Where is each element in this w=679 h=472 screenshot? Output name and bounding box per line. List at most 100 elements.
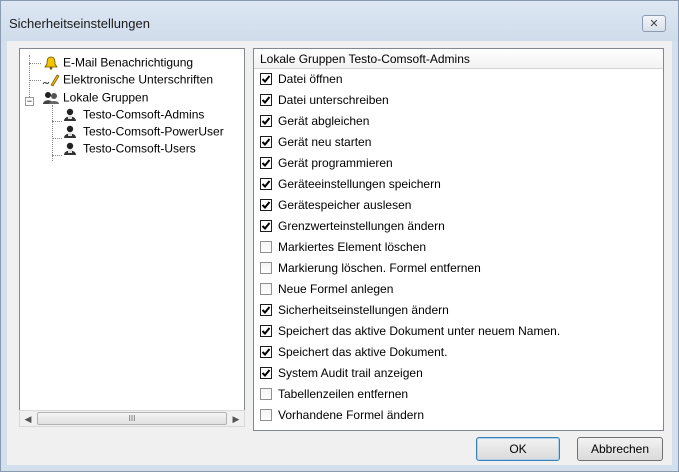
checkbox-checked[interactable] xyxy=(260,303,272,316)
security-settings-dialog: Sicherheitseinstellungen ✕ − E-Mail Bena… xyxy=(0,0,679,472)
permission-row[interactable]: Gerät programmieren xyxy=(260,153,393,174)
cancel-button[interactable]: Abbrechen xyxy=(577,437,663,461)
scroll-thumb[interactable]: III xyxy=(37,412,227,425)
tree-item-email[interactable]: E-Mail Benachrichtigung xyxy=(42,54,193,71)
permission-label: Gerät neu starten xyxy=(278,135,372,149)
tree-item-signatures[interactable]: Elektronische Unterschriften xyxy=(42,71,213,88)
scroll-left-icon[interactable]: ◀ xyxy=(22,413,34,425)
permission-row[interactable]: Speichert das aktive Dokument. xyxy=(260,342,447,363)
permission-row[interactable]: Markiertes Element löschen xyxy=(260,237,426,258)
permission-row[interactable]: Sicherheitseinstellungen ändern xyxy=(260,300,449,321)
permission-row[interactable]: System Audit trail anzeigen xyxy=(260,363,423,384)
tree-item-powerusers[interactable]: Testo-Comsoft-PowerUser xyxy=(62,123,224,140)
title-bar[interactable]: Sicherheitseinstellungen ✕ xyxy=(1,1,678,41)
checkbox-checked[interactable] xyxy=(260,72,272,85)
check-icon xyxy=(261,222,271,230)
check-icon xyxy=(261,327,271,335)
tree-item-admins[interactable]: Testo-Comsoft-Admins xyxy=(62,106,204,123)
tree-item-local-groups[interactable]: Lokale Gruppen xyxy=(42,89,148,106)
checkbox-checked[interactable] xyxy=(260,219,272,232)
permission-label: Gerät programmieren xyxy=(278,156,393,170)
tree-item-label: E-Mail Benachrichtigung xyxy=(63,55,194,70)
checkbox-checked[interactable] xyxy=(260,93,272,106)
check-icon xyxy=(261,180,271,188)
checkbox-checked[interactable] xyxy=(260,135,272,148)
permission-row[interactable]: Datei öffnen xyxy=(260,69,343,90)
signature-icon xyxy=(42,73,60,87)
permission-row[interactable]: Gerät neu starten xyxy=(260,132,371,153)
checkbox-checked[interactable] xyxy=(260,177,272,190)
tree-item-label: Testo-Comsoft-Users xyxy=(83,141,196,156)
tree-item-label: Testo-Comsoft-Admins xyxy=(83,107,205,122)
permission-label: Gerätespeicher auslesen xyxy=(278,198,412,212)
permission-label: Markierung löschen. Formel entfernen xyxy=(278,261,481,275)
permission-label: Markiertes Element löschen xyxy=(278,240,427,254)
checkbox-checked[interactable] xyxy=(260,366,272,379)
permission-label: Vorhandene Formel ändern xyxy=(278,408,425,422)
user-icon xyxy=(62,125,80,139)
permission-row[interactable]: Speichert das aktive Dokument unter neue… xyxy=(260,321,560,342)
tree-connector xyxy=(52,105,53,161)
permission-list: Lokale Gruppen Testo-Comsoft-Admins Date… xyxy=(253,48,664,431)
checkbox-unchecked[interactable] xyxy=(260,408,272,421)
tree-item-label: Elektronische Unterschriften xyxy=(63,72,214,87)
bell-icon xyxy=(42,56,60,70)
check-icon xyxy=(261,75,271,83)
permission-label: Geräteeinstellungen speichern xyxy=(278,177,441,191)
tree-connector xyxy=(52,138,62,139)
permission-row[interactable]: Geräteeinstellungen speichern xyxy=(260,174,441,195)
collapse-toggle[interactable]: − xyxy=(25,97,34,106)
tree-connector xyxy=(29,63,41,64)
permission-row[interactable]: Datei unterschreiben xyxy=(260,90,389,111)
checkbox-checked[interactable] xyxy=(260,345,272,358)
check-icon xyxy=(261,201,271,209)
permission-label: Datei unterschreiben xyxy=(278,93,389,107)
checkbox-unchecked[interactable] xyxy=(260,240,272,253)
permission-row[interactable]: Gerätespeicher auslesen xyxy=(260,195,411,216)
checkbox-checked[interactable] xyxy=(260,114,272,127)
permission-label: Grenzwerteinstellungen ändern xyxy=(278,219,445,233)
permission-row[interactable]: Grenzwerteinstellungen ändern xyxy=(260,216,445,237)
check-icon xyxy=(261,306,271,314)
tree-connector xyxy=(52,155,62,156)
scroll-right-icon[interactable]: ▶ xyxy=(230,413,242,425)
checkbox-unchecked[interactable] xyxy=(260,282,272,295)
close-button[interactable]: ✕ xyxy=(642,15,666,32)
tree-connector xyxy=(29,80,41,81)
check-icon xyxy=(261,117,271,125)
list-header: Lokale Gruppen Testo-Comsoft-Admins xyxy=(254,49,663,69)
check-icon xyxy=(261,159,271,167)
permission-row[interactable]: Markierung löschen. Formel entfernen xyxy=(260,258,481,279)
tree-horizontal-scrollbar[interactable]: ◀ III ▶ xyxy=(19,410,245,427)
tree-item-label: Testo-Comsoft-PowerUser xyxy=(83,124,224,139)
group-icon xyxy=(42,91,60,105)
permission-label: Gerät abgleichen xyxy=(278,114,370,128)
permission-label: Neue Formel anlegen xyxy=(278,282,394,296)
permission-row[interactable]: Gerät abgleichen xyxy=(260,111,369,132)
checkbox-unchecked[interactable] xyxy=(260,387,272,400)
ok-button[interactable]: OK xyxy=(476,437,560,461)
tree-connector xyxy=(52,121,62,122)
permission-label: Sicherheitseinstellungen ändern xyxy=(278,303,449,317)
tree-item-users[interactable]: Testo-Comsoft-Users xyxy=(62,140,196,157)
checkbox-checked[interactable] xyxy=(260,156,272,169)
dialog-body: − E-Mail Benachrichtigung Elektronische … xyxy=(7,41,672,465)
check-icon xyxy=(261,96,271,104)
window-title: Sicherheitseinstellungen xyxy=(9,16,150,31)
tree-view[interactable]: − E-Mail Benachrichtigung Elektronische … xyxy=(19,48,245,423)
permission-label: Speichert das aktive Dokument. xyxy=(278,345,448,359)
user-icon xyxy=(62,142,80,156)
checkbox-checked[interactable] xyxy=(260,198,272,211)
permission-row[interactable]: Vorhandene Formel ändern xyxy=(260,405,424,426)
permission-label: System Audit trail anzeigen xyxy=(278,366,423,380)
check-icon xyxy=(261,138,271,146)
tree-item-label: Lokale Gruppen xyxy=(63,90,149,105)
checkbox-checked[interactable] xyxy=(260,324,272,337)
permission-label: Datei öffnen xyxy=(278,72,343,86)
checkbox-unchecked[interactable] xyxy=(260,261,272,274)
permission-row[interactable]: Neue Formel anlegen xyxy=(260,279,393,300)
permission-label: Speichert das aktive Dokument unter neue… xyxy=(278,324,561,338)
permission-row[interactable]: Tabellenzeilen entfernen xyxy=(260,384,408,405)
check-icon xyxy=(261,369,271,377)
user-icon xyxy=(62,108,80,122)
